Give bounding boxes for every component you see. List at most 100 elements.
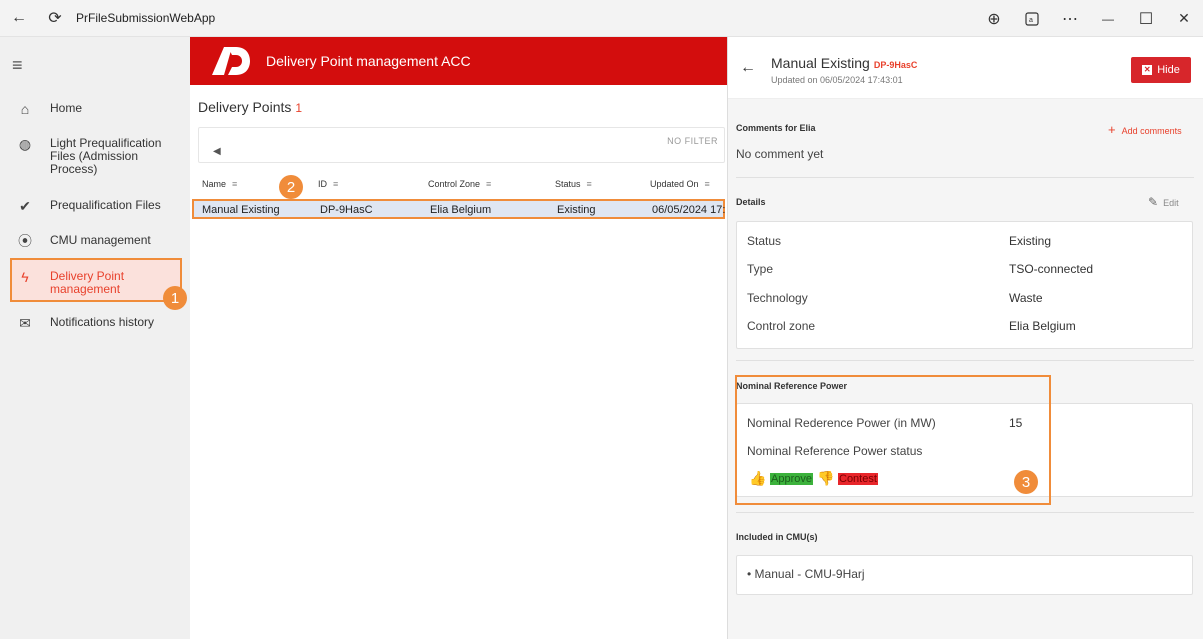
detail-key: Control zone — [747, 319, 816, 333]
divider — [736, 177, 1194, 178]
hide-label: Hide — [1157, 64, 1180, 76]
filter-icon[interactable]: ≡ — [333, 179, 338, 189]
column-label: Status — [555, 179, 581, 189]
sidebar-item-label: Notifications history — [50, 315, 155, 329]
section-title: Delivery Points 1 — [198, 99, 302, 115]
more-icon[interactable]: ⋯ — [1051, 4, 1089, 34]
table-row[interactable]: Manual Existing DP-9HasC Elia Belgium Ex… — [192, 199, 725, 219]
flash-icon: ϟ — [21, 269, 29, 285]
hide-button[interactable]: ✕ Hide — [1131, 57, 1191, 83]
refresh-icon[interactable]: ⟳ — [40, 3, 70, 33]
minimize-icon[interactable]: — — [1089, 4, 1127, 34]
cmu-list-item: • Manual - CMU-9Harj — [747, 567, 865, 581]
step-badge-1: 1 — [163, 286, 187, 310]
back-arrow-icon[interactable]: ← — [740, 59, 756, 77]
sidebar-item-light-prequalification[interactable]: ◍ Light Prequalification Files (Admissio… — [0, 137, 190, 176]
sidebar-item-home[interactable]: ⌂ Home — [0, 101, 190, 117]
column-name[interactable]: Name ≡ — [202, 179, 237, 189]
column-label: Control Zone — [428, 179, 481, 189]
column-label: Updated On — [650, 179, 699, 189]
cell-id: DP-9HasC — [320, 204, 373, 216]
mail-icon: ✉ — [19, 315, 31, 331]
close-icon[interactable]: ✕ — [1165, 4, 1203, 34]
section-title-text: Delivery Points — [198, 99, 292, 115]
nrp-highlight — [735, 375, 1051, 505]
cmu-label: Included in CMU(s) — [736, 532, 818, 542]
comments-label: Comments for Elia — [736, 123, 816, 133]
filter-label: NO FILTER — [667, 136, 718, 146]
main-header: Delivery Point management ACC — [190, 37, 727, 85]
sidebar-item-cmu-management[interactable]: ⦿ CMU management — [0, 233, 190, 249]
panel-title: Manual Existing DP-9HasC — [771, 55, 917, 71]
filter-icon[interactable]: ≡ — [486, 179, 491, 189]
column-label: ID — [318, 179, 327, 189]
add-comments-label: Add comments — [1121, 126, 1182, 136]
detail-value: Waste — [1009, 291, 1043, 305]
plus-icon: + — [1108, 122, 1116, 137]
cmu-card: • Manual - CMU-9Harj — [736, 555, 1193, 595]
edit-link[interactable]: ✎ Edit — [1148, 195, 1179, 209]
filter-bar[interactable]: NO FILTER ◀ — [198, 127, 725, 163]
main-content: Delivery Point management ACC Delivery P… — [190, 37, 727, 639]
filter-icon[interactable]: ≡ — [705, 179, 710, 189]
column-updated-on[interactable]: Updated On ≡ — [650, 179, 710, 189]
sidebar: ≡ ⌂ Home ◍ Light Prequalification Files … — [0, 37, 190, 639]
step-badge-3: 3 — [1014, 470, 1038, 494]
sidebar-item-label: Light Prequalification Files (Admission … — [50, 136, 162, 176]
detail-value: TSO-connected — [1009, 262, 1094, 276]
maximize-icon[interactable]: ☐ — [1127, 4, 1165, 34]
back-icon[interactable]: ← — [4, 3, 34, 33]
zoom-icon[interactable]: ⊕ — [975, 4, 1013, 34]
column-id[interactable]: ID ≡ — [318, 179, 338, 189]
cell-name: Manual Existing — [202, 204, 280, 216]
menu-icon[interactable]: ≡ — [12, 55, 23, 76]
cmu-item-text: Manual - CMU-9Harj — [754, 567, 865, 581]
home-icon: ⌂ — [20, 101, 30, 117]
no-comment-text: No comment yet — [736, 147, 824, 161]
sidebar-item-delivery-point[interactable]: ϟ Delivery Point management — [0, 270, 190, 296]
window-title: PrFileSubmissionWebApp — [76, 11, 216, 25]
panel-title-text: Manual Existing — [771, 55, 870, 71]
page-title: Delivery Point management ACC — [266, 53, 471, 69]
updated-timestamp: Updated on 06/05/2024 17:43:01 — [771, 75, 903, 85]
detail-key: Status — [747, 234, 782, 248]
panel-id: DP-9HasC — [873, 60, 918, 70]
detail-value: Elia Belgium — [1009, 319, 1076, 333]
sidebar-item-label: CMU management — [50, 233, 151, 247]
brand-logo — [212, 47, 250, 75]
filter-icon[interactable]: ≡ — [587, 179, 592, 189]
step-badge-2: 2 — [279, 175, 303, 199]
svg-text:a: a — [1029, 17, 1033, 24]
edit-label: Edit — [1163, 198, 1179, 208]
sidebar-item-prequalification-files[interactable]: ✔ Prequalification Files — [0, 198, 190, 214]
pencil-icon: ✎ — [1148, 195, 1159, 209]
count-badge: 1 — [295, 101, 303, 115]
detail-value: Existing — [1009, 234, 1052, 248]
close-box-icon: ✕ — [1142, 65, 1153, 75]
add-comments-link[interactable]: + Add comments — [1108, 122, 1182, 137]
divider — [736, 360, 1194, 361]
cell-zone: Elia Belgium — [430, 204, 492, 216]
detail-panel: ← Manual Existing DP-9HasC Updated on 06/… — [727, 37, 1203, 639]
detail-key: Technology — [747, 291, 808, 305]
column-status[interactable]: Status ≡ — [555, 179, 592, 189]
column-label: Name — [202, 179, 227, 189]
details-label: Details — [736, 197, 766, 207]
scroll-left-icon[interactable]: ◀ — [213, 146, 221, 157]
verified-icon: ✔ — [19, 198, 31, 214]
cell-status: Existing — [557, 204, 596, 216]
table-header: Name ≡ ID ≡ Control Zone ≡ Status ≡ Updated … — [190, 175, 727, 195]
extension-icon[interactable]: a — [1013, 4, 1051, 34]
globe-icon: ◍ — [18, 136, 32, 152]
detail-key: Type — [747, 262, 774, 276]
sidebar-item-label: Delivery Point management — [50, 269, 125, 296]
sidebar-item-notifications[interactable]: ✉ Notifications history — [0, 315, 190, 331]
column-control-zone[interactable]: Control Zone ≡ — [428, 179, 491, 189]
cell-updated: 06/05/2024 17:4 — [652, 204, 725, 216]
filter-icon[interactable]: ≡ — [232, 179, 237, 189]
title-bar: ← ⟳ PrFileSubmissionWebApp ⊕ a ⋯ — ☐ ✕ — [0, 0, 1203, 37]
sidebar-item-label: Prequalification Files — [50, 198, 161, 212]
cmu-icon: ⦿ — [18, 233, 32, 249]
details-card: Status Existing Type TSO-connected Techn… — [736, 221, 1193, 349]
divider — [736, 512, 1194, 513]
